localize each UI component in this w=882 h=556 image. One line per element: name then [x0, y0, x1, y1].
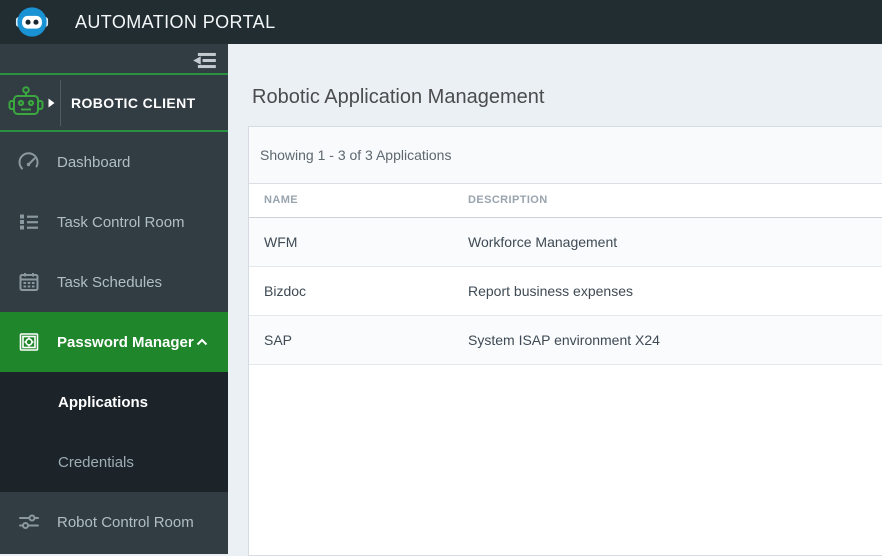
sidebar-item-label: Applications	[58, 393, 149, 411]
sidebar-item-credentials[interactable]: Credentials	[0, 432, 228, 492]
applications-card: Showing 1 - 3 of 3 Applications NAME DES…	[248, 126, 882, 556]
robot-client-icon	[8, 85, 44, 115]
column-header-description[interactable]: DESCRIPTION	[453, 184, 882, 218]
sidebar-collapse-button[interactable]	[190, 50, 218, 70]
sidebar-menu: Dashboard Task Control Room Task Schedul…	[0, 132, 228, 552]
app-description-cell[interactable]: System ISAP environment X24	[453, 315, 882, 365]
app-title: AUTOMATION PORTAL	[75, 11, 276, 32]
sidebar-item-task-control-room[interactable]: Task Control Room	[0, 192, 228, 252]
table-header-row: NAME DESCRIPTION	[249, 184, 882, 218]
sidebar-item-label: Robot Control Room	[57, 513, 194, 531]
sidebar-item-label: Task Schedules	[57, 273, 163, 291]
table-row[interactable]: WFM Workforce Management	[249, 217, 882, 267]
robotic-client-header[interactable]: ROBOTIC CLIENT	[0, 75, 228, 130]
app-name-cell[interactable]: WFM	[249, 217, 453, 267]
app-name-cell[interactable]: SAP	[249, 315, 453, 365]
sidebar-item-dashboard[interactable]: Dashboard	[0, 132, 228, 192]
sidebar-item-password-manager[interactable]: Password Manager	[0, 312, 228, 372]
top-header: AUTOMATION PORTAL	[0, 0, 882, 44]
sliders-icon	[19, 514, 39, 529]
sidebar-top-strip	[0, 44, 228, 73]
app-description-cell[interactable]: Report business expenses	[453, 266, 882, 316]
list-icon	[20, 214, 38, 230]
sidebar-item-label: Task Control Room	[57, 213, 185, 231]
applications-table: NAME DESCRIPTION WFM Workforce Managemen…	[249, 184, 882, 365]
sidebar-item-task-schedules[interactable]: Task Schedules	[0, 252, 228, 312]
caret-right-icon	[48, 98, 55, 107]
password-manager-submenu: Applications Credentials	[0, 372, 228, 492]
gauge-icon	[18, 152, 39, 170]
sidebar-item-robot-control-room[interactable]: Robot Control Room	[0, 492, 228, 552]
robot-logo-icon	[15, 7, 49, 37]
results-summary: Showing 1 - 3 of 3 Applications	[249, 127, 882, 184]
content-area: Robotic Application Management Showing 1…	[228, 44, 882, 556]
client-divider	[60, 79, 61, 126]
app-logo[interactable]: AUTOMATION PORTAL	[0, 5, 276, 39]
table-row[interactable]: SAP System ISAP environment X24	[249, 315, 882, 365]
chevron-up-icon	[196, 338, 208, 346]
safe-icon	[19, 333, 39, 351]
table-row[interactable]: Bizdoc Report business expenses	[249, 266, 882, 316]
column-header-name[interactable]: NAME	[249, 184, 453, 218]
sidebar-item-label: Credentials	[58, 453, 134, 471]
sidebar-item-label: Password Manager	[57, 333, 194, 351]
app-description-cell[interactable]: Workforce Management	[453, 217, 882, 267]
robotic-client-label: ROBOTIC CLIENT	[71, 94, 196, 111]
sidebar: ROBOTIC CLIENT Dashboard Task Control Ro…	[0, 44, 228, 554]
sidebar-item-label: Dashboard	[57, 153, 131, 171]
page-title: Robotic Application Management	[252, 86, 545, 108]
sidebar-item-applications[interactable]: Applications	[0, 372, 228, 432]
calendar-icon	[19, 273, 39, 291]
collapse-sidebar-icon	[192, 52, 216, 68]
app-name-cell[interactable]: Bizdoc	[249, 266, 453, 316]
